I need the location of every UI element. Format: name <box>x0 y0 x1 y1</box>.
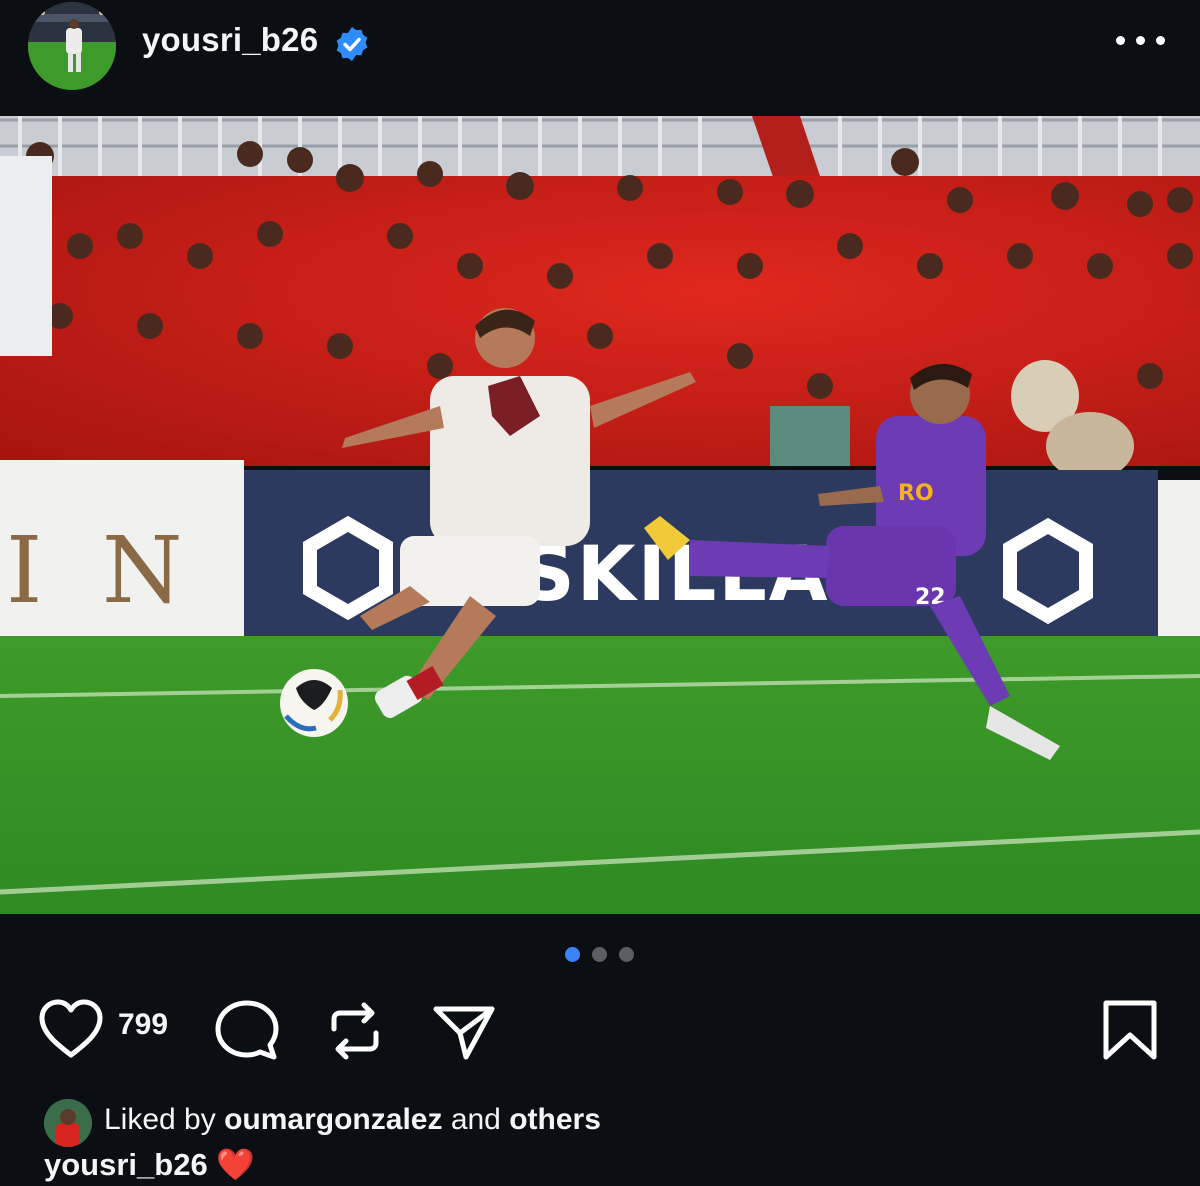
carousel-indicator[interactable] <box>565 947 645 963</box>
bookmark-icon[interactable] <box>1100 999 1160 1063</box>
football-match-image: I N SKILLANO <box>0 116 1200 914</box>
post-username[interactable]: yousri_b26 <box>142 21 318 59</box>
liked-by-prefix: Liked by <box>104 1103 216 1136</box>
repost-icon[interactable] <box>326 1001 384 1061</box>
post-photo[interactable]: I N SKILLANO <box>0 116 1200 914</box>
heart-icon[interactable] <box>38 999 104 1059</box>
post-caption: yousri_b26 ❤️ <box>44 1146 255 1183</box>
svg-text:I: I <box>6 517 42 624</box>
svg-text:RO: RO <box>898 481 934 506</box>
liked-by[interactable]: Liked by oumargonzalez and others <box>44 1097 1144 1147</box>
liked-by-connector: and <box>450 1103 501 1136</box>
carousel-dot[interactable] <box>592 947 607 962</box>
carousel-dot-active[interactable] <box>565 947 580 962</box>
carousel-dot[interactable] <box>619 947 634 962</box>
svg-text:N: N <box>102 517 183 624</box>
caption-text: ❤️ <box>216 1147 255 1182</box>
post-header: yousri_b26 <box>0 0 1200 116</box>
like-count[interactable]: 799 <box>118 1008 168 1042</box>
liked-by-avatar-image <box>44 1099 92 1147</box>
profile-avatar[interactable] <box>28 2 116 90</box>
liked-by-others[interactable]: others <box>509 1103 601 1136</box>
comment-icon[interactable] <box>214 999 280 1063</box>
liked-by-text: Liked by oumargonzalez and others <box>104 1103 601 1137</box>
verified-badge-icon <box>336 27 368 61</box>
liked-by-user[interactable]: oumargonzalez <box>224 1103 442 1136</box>
avatar-image <box>28 2 116 90</box>
caption-username[interactable]: yousri_b26 <box>44 1147 208 1182</box>
post-actions: 799 <box>0 995 1200 1065</box>
share-icon[interactable] <box>432 1001 496 1061</box>
liked-by-avatar[interactable] <box>44 1099 92 1147</box>
ellipsis-icon[interactable] <box>1116 34 1166 50</box>
